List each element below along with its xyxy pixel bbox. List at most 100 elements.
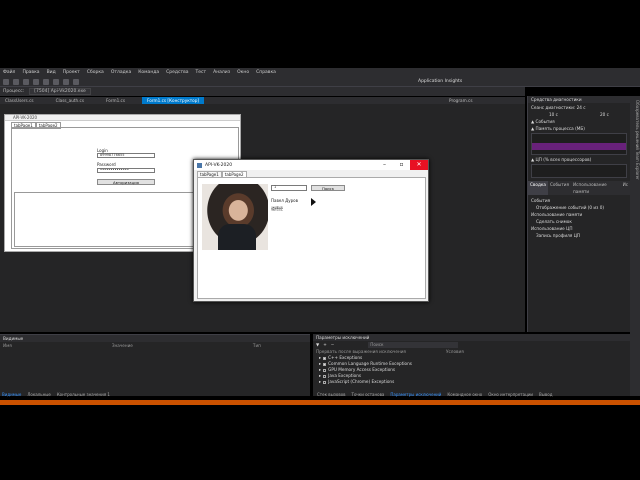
tab-output[interactable]: Вывод xyxy=(539,392,552,397)
user-name-label: Павел Дуров xyxy=(271,198,298,203)
diag-tab-cpu[interactable]: Ис xyxy=(621,181,630,195)
tab-class-auth[interactable]: Class_auth.cs xyxy=(51,97,89,104)
tab-command-window[interactable]: Командное окно xyxy=(447,392,482,397)
password-label: Password xyxy=(97,162,116,167)
tab-classusers[interactable]: ClassUsers.cs xyxy=(0,97,39,104)
cpu-graph xyxy=(531,164,627,178)
diag-cpu-label[interactable]: ▲ ЦП (% всех процессоров) xyxy=(528,157,630,162)
app-icon xyxy=(197,162,202,168)
remove-icon[interactable]: − xyxy=(331,342,335,347)
diag-tab-memory[interactable]: Использование памяти xyxy=(571,181,621,195)
exception-columns: Прервать после выражения исключения Усло… xyxy=(313,348,630,355)
undo-icon[interactable] xyxy=(43,78,49,85)
login-field[interactable]: 89998776655 xyxy=(97,153,155,158)
running-app-window: API-VK-2020 – ▫ ✕ tabPage1 tabPage2 1 По… xyxy=(193,159,429,302)
autos-tab-locals[interactable]: Локальные xyxy=(27,392,50,397)
tab-call-stack[interactable]: Стек вызовов xyxy=(317,392,346,397)
side-tool-strip[interactable]: Обозреватель решений Team Explorer xyxy=(630,96,640,396)
exception-checkbox[interactable] xyxy=(323,380,327,384)
tab-immediate[interactable]: Окно интерпретации xyxy=(488,392,533,397)
exception-col-break[interactable]: Прервать после выражения исключения xyxy=(316,348,406,355)
process-bar: Процесс: [7504] Api-Vk2020.exe xyxy=(0,87,525,96)
menu-window[interactable]: Окно xyxy=(237,70,249,75)
autos-col-name[interactable]: Имя xyxy=(3,342,12,349)
tab-exception-settings[interactable]: Параметры исключений xyxy=(390,392,441,397)
menu-file[interactable]: Файл xyxy=(3,70,15,75)
exception-col-conditions[interactable]: Условия xyxy=(446,348,464,355)
password-field[interactable]: •••••••••••••• xyxy=(97,168,155,173)
document-tabs: ClassUsers.cs Class_auth.cs Form1.cs For… xyxy=(0,97,525,104)
menu-tools[interactable]: Средства xyxy=(166,70,188,75)
autos-tab-visible[interactable]: Видимые xyxy=(2,392,21,397)
take-snapshot-link[interactable]: Сделать снимок xyxy=(528,219,630,224)
menu-analyze[interactable]: Анализ xyxy=(213,70,230,75)
save-icon[interactable] xyxy=(23,78,29,85)
menu-team[interactable]: Команда xyxy=(138,70,159,75)
designer-form-caption: API-VK-2020 xyxy=(5,115,240,121)
stop-icon[interactable] xyxy=(73,78,79,85)
exception-checkbox[interactable] xyxy=(323,374,327,378)
exception-settings-panel: Параметры исключений ▼ + − Поиск Прерват… xyxy=(313,334,630,396)
continue-icon[interactable] xyxy=(63,78,69,85)
auth-button[interactable]: Авторизация xyxy=(97,179,155,185)
process-select[interactable]: [7504] Api-Vk2020.exe xyxy=(29,88,92,95)
diagnostics-panel: Средства диагностики Сеанс диагностики: … xyxy=(527,96,630,332)
filter-icon[interactable]: ▼ xyxy=(316,342,319,347)
runtime-tab-page: 1 Поиск Павел Дуров 道德经 xyxy=(197,177,426,299)
autos-title: Видимые xyxy=(0,335,310,342)
autos-col-type[interactable]: Тип xyxy=(253,342,261,349)
forward-icon[interactable] xyxy=(13,78,19,85)
exception-checkbox[interactable] xyxy=(323,356,327,360)
minimize-icon[interactable]: – xyxy=(377,160,392,170)
diag-events-label[interactable]: ▲ События xyxy=(528,119,630,124)
autos-tab-watch[interactable]: Контрольные значения 1 xyxy=(57,392,110,397)
user-id-input[interactable]: 1 xyxy=(271,185,307,191)
tab-program[interactable]: Program.cs xyxy=(444,97,477,104)
exception-settings-title: Параметры исключений xyxy=(313,334,630,341)
expand-icon[interactable]: ▸ xyxy=(319,379,321,385)
exception-label: JavaScript (Chrome) Exceptions xyxy=(328,379,395,384)
add-icon[interactable]: + xyxy=(323,342,327,347)
menu-project[interactable]: Проект xyxy=(63,70,80,75)
exception-checkbox[interactable] xyxy=(323,368,327,372)
menu-bar: Файл Правка Вид Проект Сборка Отладка Ко… xyxy=(0,68,640,77)
record-cpu-profile-link[interactable]: Запись профиля ЦП xyxy=(528,233,630,238)
menu-test[interactable]: Тест xyxy=(196,70,207,75)
diag-tabs: Сводка События Использование памяти Ис xyxy=(528,181,630,195)
tab-form1-designer[interactable]: Form1.cs [Конструктор] xyxy=(142,97,205,104)
process-label: Процесс: xyxy=(3,89,25,94)
menu-view[interactable]: Вид xyxy=(47,70,56,75)
menu-edit[interactable]: Правка xyxy=(22,70,39,75)
window-titlebar[interactable]: API-VK-2020 xyxy=(194,160,428,170)
app-insights-button[interactable]: Application Insights xyxy=(418,79,462,84)
diag-tab-summary[interactable]: Сводка xyxy=(528,181,548,195)
autos-panel: Видимые Имя Значение Тип xyxy=(0,334,310,396)
maximize-icon[interactable]: ▫ xyxy=(394,160,409,170)
search-button[interactable]: Поиск xyxy=(311,185,345,191)
diag-memory-label[interactable]: ▲ Память процесса (МБ) xyxy=(528,126,630,131)
menu-debug[interactable]: Отладка xyxy=(111,70,131,75)
user-avatar xyxy=(202,184,268,250)
autos-bottom-tabs: Видимые Локальные Контрольные значения 1 xyxy=(2,392,110,397)
back-icon[interactable] xyxy=(3,78,9,85)
exception-row[interactable]: ▸ JavaScript (Chrome) Exceptions xyxy=(313,379,630,385)
diag-memory-section: Использование памяти xyxy=(531,212,583,217)
window-title: API-VK-2020 xyxy=(205,162,233,168)
tab-form1-code[interactable]: Form1.cs xyxy=(101,97,130,104)
menu-build[interactable]: Сборка xyxy=(87,70,104,75)
mouse-cursor xyxy=(311,198,316,206)
save-all-icon[interactable] xyxy=(33,78,39,85)
diag-cpu-section: Использование ЦП xyxy=(531,226,573,231)
diag-tab-events[interactable]: События xyxy=(548,181,571,195)
redo-icon[interactable] xyxy=(53,78,59,85)
diagnostics-header: Средства диагностики xyxy=(528,96,630,103)
menu-help[interactable]: Справка xyxy=(256,70,276,75)
tab-breakpoints[interactable]: Точки останова xyxy=(352,392,385,397)
exception-search-input[interactable]: Поиск xyxy=(368,341,459,348)
diag-session: Сеанс диагностики: 24 с xyxy=(531,105,586,110)
diag-events-item[interactable]: Отображение событий (0 из 0) xyxy=(528,205,630,210)
memory-area xyxy=(532,143,626,150)
autos-col-value[interactable]: Значение xyxy=(112,342,133,349)
close-icon[interactable]: ✕ xyxy=(410,160,428,170)
exception-checkbox[interactable] xyxy=(323,362,327,366)
